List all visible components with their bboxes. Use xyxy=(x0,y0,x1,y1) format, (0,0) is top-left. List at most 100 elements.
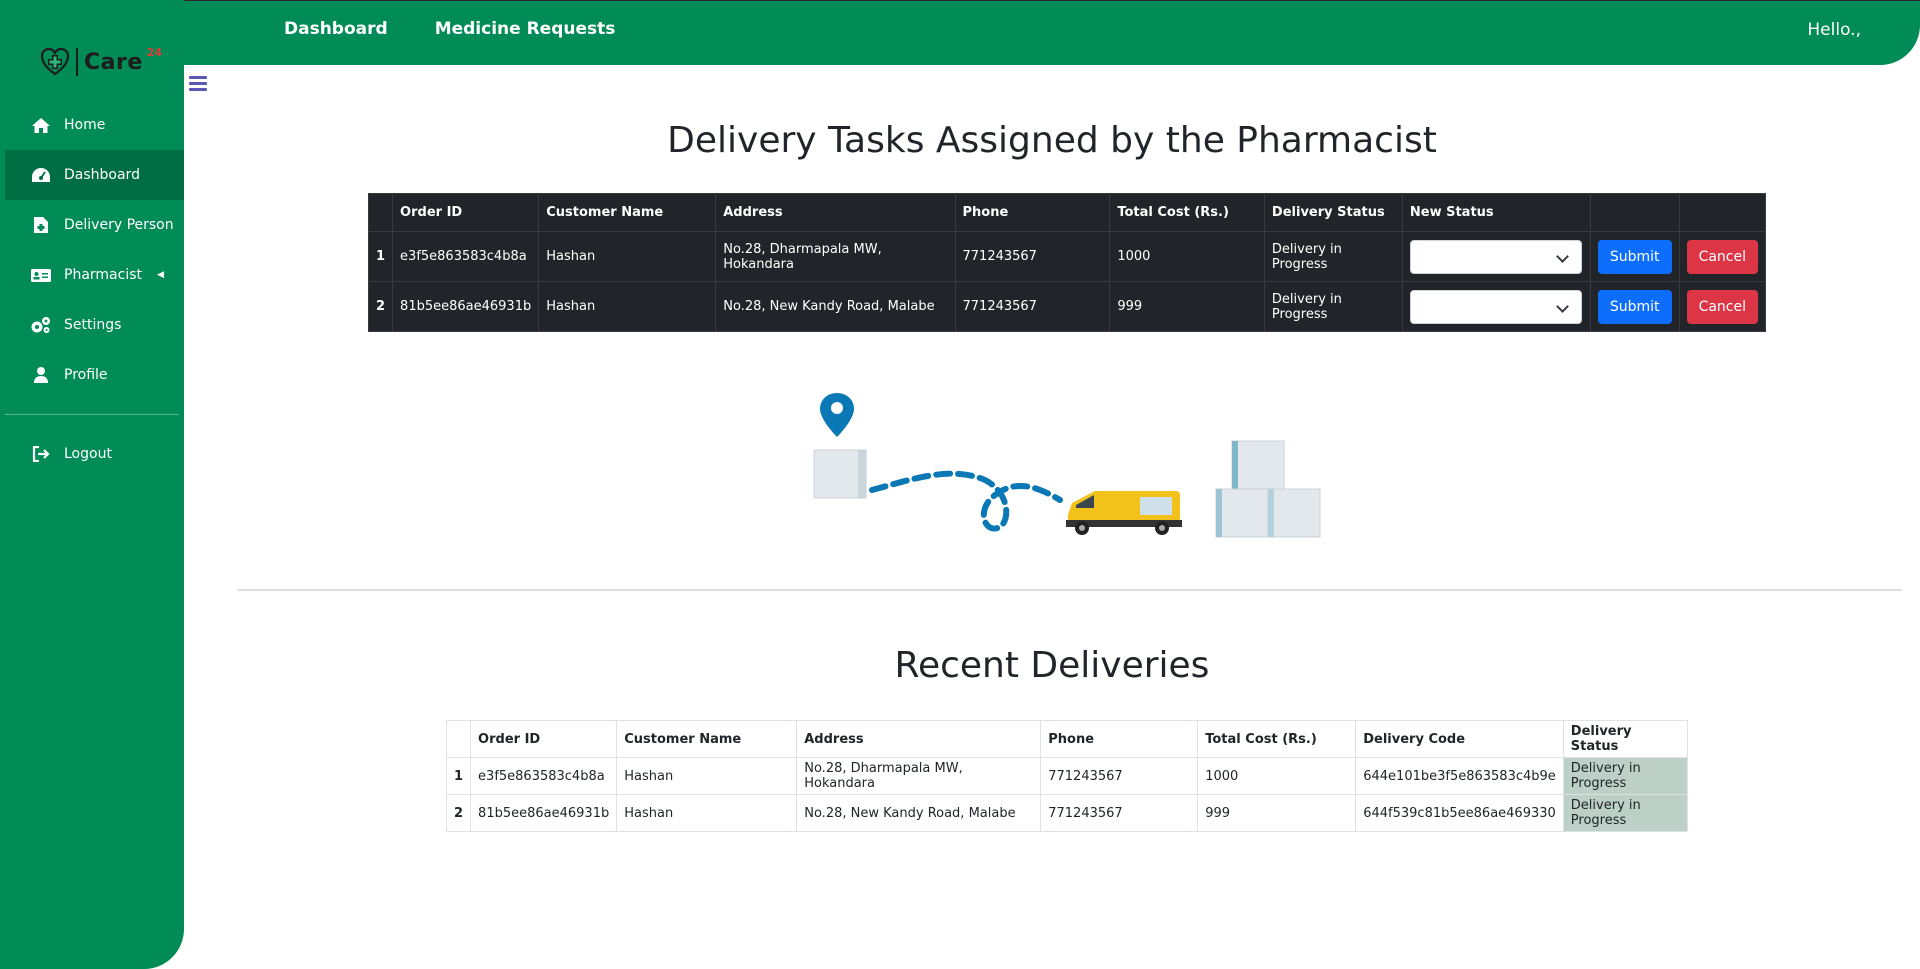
sidebar-item-home[interactable]: Home xyxy=(0,100,184,150)
sidebar-nav: Home Dashboard Delivery Person Pharmacis… xyxy=(0,100,184,479)
header-total-cost: Total Cost (Rs.) xyxy=(1109,193,1265,232)
sidebar-item-label: Settings xyxy=(64,317,122,333)
row-index: 1 xyxy=(367,231,394,282)
top-nav-links: Dashboard Medicine Requests xyxy=(284,19,615,39)
sidebar-item-pharmacist[interactable]: Pharmacist ◀ xyxy=(0,250,184,300)
cell-cancel: Cancel xyxy=(1678,231,1767,282)
sidebar-item-profile[interactable]: Profile xyxy=(0,350,184,400)
header-delivery-status: Delivery Status xyxy=(1263,193,1403,232)
cell-customer: Hashan xyxy=(616,794,798,832)
cell-cost: 1000 xyxy=(1109,231,1265,282)
file-icon xyxy=(30,216,52,234)
header-new-status: New Status xyxy=(1401,193,1591,232)
header-submit xyxy=(1589,193,1680,232)
nav-link-medicine-requests[interactable]: Medicine Requests xyxy=(435,19,616,39)
cell-address: No.28, New Kandy Road, Malabe xyxy=(715,281,956,332)
sidebar-item-logout[interactable]: Logout xyxy=(0,429,184,479)
cell-order-id: 81b5ee86ae46931b xyxy=(392,281,540,332)
row-index: 2 xyxy=(445,794,472,832)
header-address: Address xyxy=(715,193,956,232)
greeting-text: Hello., xyxy=(1807,20,1861,40)
gears-icon xyxy=(30,316,52,334)
id-card-icon xyxy=(30,266,52,284)
row-index: 1 xyxy=(445,757,472,795)
header-customer-name: Customer Name xyxy=(538,193,717,232)
brand-sup: 24 xyxy=(146,45,163,59)
cell-customer: Hashan xyxy=(538,231,717,282)
recent-title: Recent Deliveries xyxy=(894,645,1210,686)
row-index: 2 xyxy=(367,281,394,332)
cell-order-id: 81b5ee86ae46931b xyxy=(470,794,618,832)
new-status-select[interactable] xyxy=(1409,239,1582,274)
sidebar-item-label: Pharmacist xyxy=(64,267,142,283)
cancel-button[interactable]: Cancel xyxy=(1686,239,1758,274)
sidebar-item-label: Delivery Person xyxy=(64,217,174,233)
cell-cost: 999 xyxy=(1109,281,1265,332)
cell-delivery-code: 644f539c81b5ee86ae469330 xyxy=(1355,794,1564,832)
cell-status: Delivery in Progress xyxy=(1263,231,1403,282)
cell-new-status xyxy=(1401,231,1591,282)
header-cancel xyxy=(1678,193,1767,232)
header-phone: Phone xyxy=(954,193,1111,232)
table-header-row: Order ID Customer Name Address Phone Tot… xyxy=(367,193,1767,232)
sidebar-item-label: Home xyxy=(64,117,106,133)
header-delivery-status: Delivery Status xyxy=(1562,720,1689,758)
cell-status: Delivery in Progress xyxy=(1562,794,1689,832)
brand-name: Care xyxy=(84,49,143,75)
header-phone: Phone xyxy=(1040,720,1199,758)
table-row: 1 e3f5e863583c4b8a Hashan No.28, Dharmap… xyxy=(445,757,1689,795)
table-header-row: Order ID Customer Name Address Phone Tot… xyxy=(445,720,1689,758)
cell-cost: 999 xyxy=(1197,794,1357,832)
sidebar-item-label: Dashboard xyxy=(64,167,140,183)
cell-cost: 1000 xyxy=(1197,757,1357,795)
top-navbar: Dashboard Medicine Requests Hello., xyxy=(184,0,1920,65)
logout-icon xyxy=(30,445,52,463)
cell-address: No.28, New Kandy Road, Malabe xyxy=(796,794,1042,832)
cell-address: No.28, Dharmapala MW, Hokandara xyxy=(796,757,1042,795)
cell-new-status xyxy=(1401,281,1591,332)
cell-order-id: e3f5e863583c4b8a xyxy=(470,757,618,795)
cell-address: No.28, Dharmapala MW, Hokandara xyxy=(715,231,956,282)
logo-divider xyxy=(76,48,78,76)
sidebar-item-dashboard[interactable]: Dashboard xyxy=(5,150,184,200)
new-status-select[interactable] xyxy=(1409,289,1582,324)
cell-status: Delivery in Progress xyxy=(1562,757,1689,795)
cell-cancel: Cancel xyxy=(1678,281,1767,332)
cell-delivery-code: 644e101be3f5e863583c4b9e xyxy=(1355,757,1564,795)
header-delivery-code: Delivery Code xyxy=(1355,720,1564,758)
cancel-button[interactable]: Cancel xyxy=(1686,289,1758,324)
header-index xyxy=(445,720,472,758)
sidebar-item-label: Profile xyxy=(64,367,108,383)
sidebar-item-settings[interactable]: Settings xyxy=(0,300,184,350)
header-customer-name: Customer Name xyxy=(616,720,798,758)
table-row: 2 81b5ee86ae46931b Hashan No.28, New Kan… xyxy=(445,794,1689,832)
home-icon xyxy=(30,116,52,134)
caret-left-icon: ◀ xyxy=(157,270,164,280)
cell-phone: 771243567 xyxy=(954,231,1111,282)
submit-button[interactable]: Submit xyxy=(1597,239,1672,274)
header-order-id: Order ID xyxy=(392,193,540,232)
cell-phone: 771243567 xyxy=(1040,757,1199,795)
cell-submit: Submit xyxy=(1589,281,1680,332)
dashboard-icon xyxy=(30,166,52,184)
cell-status: Delivery in Progress xyxy=(1263,281,1403,332)
sidebar-divider xyxy=(5,414,179,415)
tasks-table: Order ID Customer Name Address Phone Tot… xyxy=(367,193,1767,332)
cell-customer: Hashan xyxy=(616,757,798,795)
cell-order-id: e3f5e863583c4b8a xyxy=(392,231,540,282)
user-icon xyxy=(30,366,52,384)
tasks-title: Delivery Tasks Assigned by the Pharmacis… xyxy=(667,120,1437,161)
submit-button[interactable]: Submit xyxy=(1597,289,1672,324)
sidebar-toggle-icon[interactable] xyxy=(189,76,207,92)
brand-logo[interactable]: Care 24 xyxy=(40,44,162,80)
table-row: 1 e3f5e863583c4b8a Hashan No.28, Dharmap… xyxy=(367,231,1767,282)
heart-cross-icon xyxy=(40,47,70,76)
header-index xyxy=(367,193,394,232)
nav-link-dashboard[interactable]: Dashboard xyxy=(284,19,388,39)
sidebar-item-label: Logout xyxy=(64,446,112,462)
delivery-illustration xyxy=(813,393,1321,538)
sidebar-item-delivery-person[interactable]: Delivery Person xyxy=(0,200,184,250)
sidebar: Care 24 Home Dashboard Delivery Person Ph… xyxy=(0,0,184,969)
cell-phone: 771243567 xyxy=(954,281,1111,332)
cell-submit: Submit xyxy=(1589,231,1680,282)
